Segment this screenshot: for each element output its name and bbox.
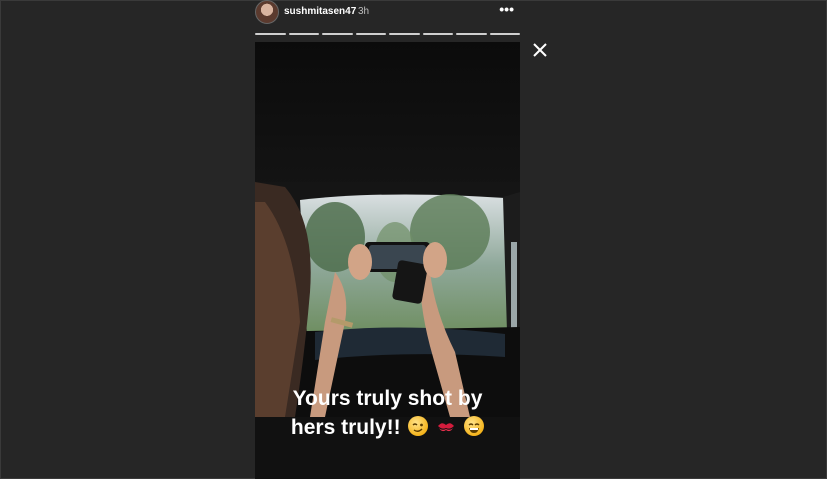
close-icon[interactable]	[531, 41, 549, 59]
caption-line-1: Yours truly shot by	[292, 387, 483, 410]
winking-face-icon	[408, 416, 429, 436]
grinning-face-icon	[464, 416, 485, 436]
caption-line-2: hers truly!!	[290, 416, 401, 439]
progress-segment	[355, 33, 386, 35]
progress-segment	[489, 33, 520, 35]
progress-segment	[422, 33, 453, 35]
profile-avatar[interactable]	[255, 0, 279, 24]
story-progress-bar	[255, 33, 520, 35]
progress-segment	[389, 33, 420, 35]
story-content[interactable]: Yours truly shot by hers truly!!	[255, 42, 520, 479]
progress-segment	[456, 33, 487, 35]
progress-segment	[322, 33, 353, 35]
more-options-icon[interactable]: •••	[499, 2, 514, 16]
story-photo	[255, 182, 520, 417]
post-time: 3h	[358, 6, 370, 17]
progress-segment	[288, 33, 319, 35]
story-caption: Yours truly shot by hers truly!!	[255, 384, 520, 442]
username[interactable]: sushmitasen47	[284, 6, 356, 17]
story-header: sushmitasen47 3h •••	[255, 0, 520, 26]
progress-segment	[255, 33, 286, 35]
story-dark-area	[255, 42, 520, 192]
kiss-mark-icon	[436, 416, 456, 436]
